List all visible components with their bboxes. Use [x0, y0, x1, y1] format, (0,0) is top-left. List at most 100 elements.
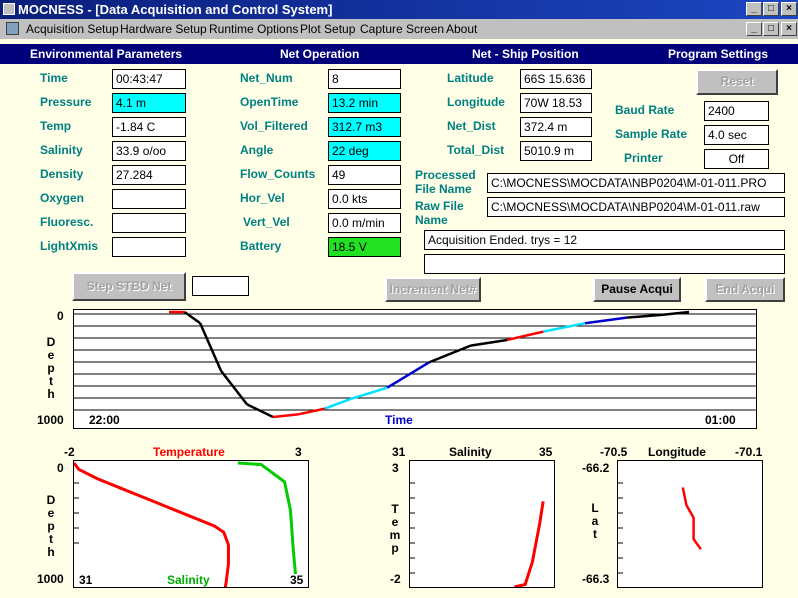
temperature-series	[72, 462, 230, 596]
pos-plot	[617, 460, 763, 588]
menu-capture-screen[interactable]: Capture Screen	[360, 19, 444, 39]
close-button[interactable]: ×	[781, 2, 797, 16]
processed-label: Processed	[415, 168, 476, 182]
step-stbd-net-button[interactable]: Step STBD Net	[72, 272, 186, 301]
menu-about[interactable]: About	[446, 19, 477, 39]
pause-acqui-button[interactable]: Pause Acqui	[593, 277, 681, 302]
raw-file-field: C:\MOCNESS\MOCDATA\NBP0204\M-01-011.raw	[487, 197, 785, 217]
temp-depth-svg	[72, 461, 298, 596]
printer-label: Printer	[624, 151, 663, 165]
depth-time-plot	[73, 309, 757, 429]
app-icon	[3, 3, 15, 15]
depth-trace-segment	[543, 321, 586, 333]
depth-y-top: 0	[57, 309, 64, 323]
ts-y-top: 3	[392, 461, 399, 475]
depth-trace-segment	[272, 412, 300, 419]
ts-y-bottom: -2	[390, 572, 401, 586]
ylabel-char: t	[593, 527, 597, 541]
ship-label: Longitude	[447, 95, 505, 109]
menu-hardware-setup[interactable]: Hardware Setup	[120, 19, 207, 39]
step-value-field[interactable]	[192, 276, 249, 296]
sal-label: Salinity	[167, 573, 210, 587]
env-salinity-field: 33.9 o/oo	[112, 141, 186, 161]
doc-icon[interactable]	[6, 22, 19, 35]
env-label: Pressure	[40, 95, 92, 109]
depth-trace-segment	[470, 338, 508, 347]
depth-trace-segment	[220, 370, 248, 406]
depth-trace-segment	[246, 403, 274, 419]
menu-runtime-options[interactable]: Runtime Options	[209, 19, 298, 39]
title-bar: MOCNESS - [Data Acquisition and Control …	[0, 0, 798, 19]
depth-trace-segment	[506, 330, 544, 342]
section-prog: Program Settings	[668, 47, 769, 61]
section-header-bar: Environmental Parameters Net Operation N…	[0, 44, 798, 64]
pos-y-bottom: -66.3	[582, 572, 610, 586]
child-minimize-button[interactable]: _	[746, 22, 762, 36]
env-temp-field: -1.84 C	[112, 117, 186, 137]
menu-acquisition-setup[interactable]: Acquisition Setup	[26, 19, 119, 39]
depth-trace-segment	[626, 313, 664, 319]
end-label: End Acqui	[715, 282, 775, 296]
env-oxygen-field	[112, 189, 186, 209]
depth-x-right: 01:00	[705, 413, 736, 427]
env-pressure-field: 4.1 m	[112, 93, 186, 113]
net-label: Flow_Counts	[240, 167, 316, 181]
sal-x-right: 35	[290, 573, 304, 587]
net-opentime-field: 13.2 min	[328, 93, 401, 113]
depth-ylabel: Depth	[45, 336, 57, 401]
ts-plot	[409, 460, 555, 589]
status-message: Acquisition Ended. trys = 12	[424, 230, 785, 250]
step-label: Step STBD Net	[86, 279, 172, 293]
maximize-button[interactable]: □	[763, 2, 779, 16]
ship-label: Total_Dist	[447, 143, 505, 157]
baud-field[interactable]: 2400	[704, 101, 769, 121]
menu-plot-setup[interactable]: Plot Setup	[300, 19, 355, 39]
net-angle-field: 22 deg	[328, 141, 401, 161]
status-message-2	[424, 254, 785, 274]
depth-y-bottom: 1000	[37, 413, 64, 427]
pos-x-right: -70.1	[735, 445, 763, 459]
pos-title: Longitude	[648, 445, 706, 459]
env-label: Temp	[40, 119, 72, 133]
position-track	[681, 487, 702, 550]
env-fluoresc-field	[112, 213, 186, 233]
net-horvel-field: 0.0 kts	[328, 189, 401, 209]
pos-y-top: -66.2	[582, 461, 610, 475]
window-title: MOCNESS - [Data Acquisition and Control …	[18, 2, 333, 17]
env-lightxmis-field	[112, 237, 186, 257]
ts-svg	[410, 482, 545, 589]
section-net: Net Operation	[280, 47, 360, 61]
section-ship: Net - Ship Position	[472, 47, 579, 61]
sample-label: Sample Rate	[615, 127, 688, 141]
depth-trace-segment	[428, 344, 472, 364]
net-label: Vert_Vel	[243, 215, 290, 229]
increment-net-button[interactable]: Increment Net#	[385, 277, 481, 302]
menu-bar: Acquisition Setup Hardware Setup Runtime…	[0, 19, 798, 39]
pos-svg	[618, 482, 702, 574]
depth-trace-segment	[350, 386, 388, 400]
net-label: Vol_Filtered	[240, 119, 308, 133]
ship-longitude-field: 70W 18.53	[520, 93, 592, 113]
ts-x-right: 35	[539, 445, 553, 459]
temp-title: Temperature	[153, 445, 225, 459]
baud-label: Baud Rate	[615, 103, 675, 117]
child-maximize-button[interactable]: □	[763, 22, 779, 36]
section-env: Environmental Parameters	[30, 47, 183, 61]
net-volfiltered-field: 312.7 m3	[328, 117, 401, 137]
printer-field[interactable]: Off	[704, 149, 769, 169]
depth-trace-segment	[324, 397, 352, 410]
net-flowcounts-field: 49	[328, 165, 401, 185]
env-label: Time	[40, 71, 68, 85]
sample-field[interactable]: 4.0 sec	[704, 125, 769, 145]
reset-button[interactable]: Reset	[696, 69, 778, 95]
env-label: Oxygen	[40, 191, 85, 205]
ship-label: Latitude	[447, 71, 494, 85]
ylabel-char: h	[47, 387, 55, 401]
minimize-button[interactable]: _	[746, 2, 762, 16]
raw-label: Raw File	[415, 199, 464, 213]
child-close-button[interactable]: ×	[781, 22, 797, 36]
reset-label: Reset	[720, 74, 754, 88]
net-label: Battery	[240, 239, 282, 253]
end-acqui-button[interactable]: End Acqui	[705, 277, 785, 302]
depth-trace-segment	[298, 407, 326, 416]
